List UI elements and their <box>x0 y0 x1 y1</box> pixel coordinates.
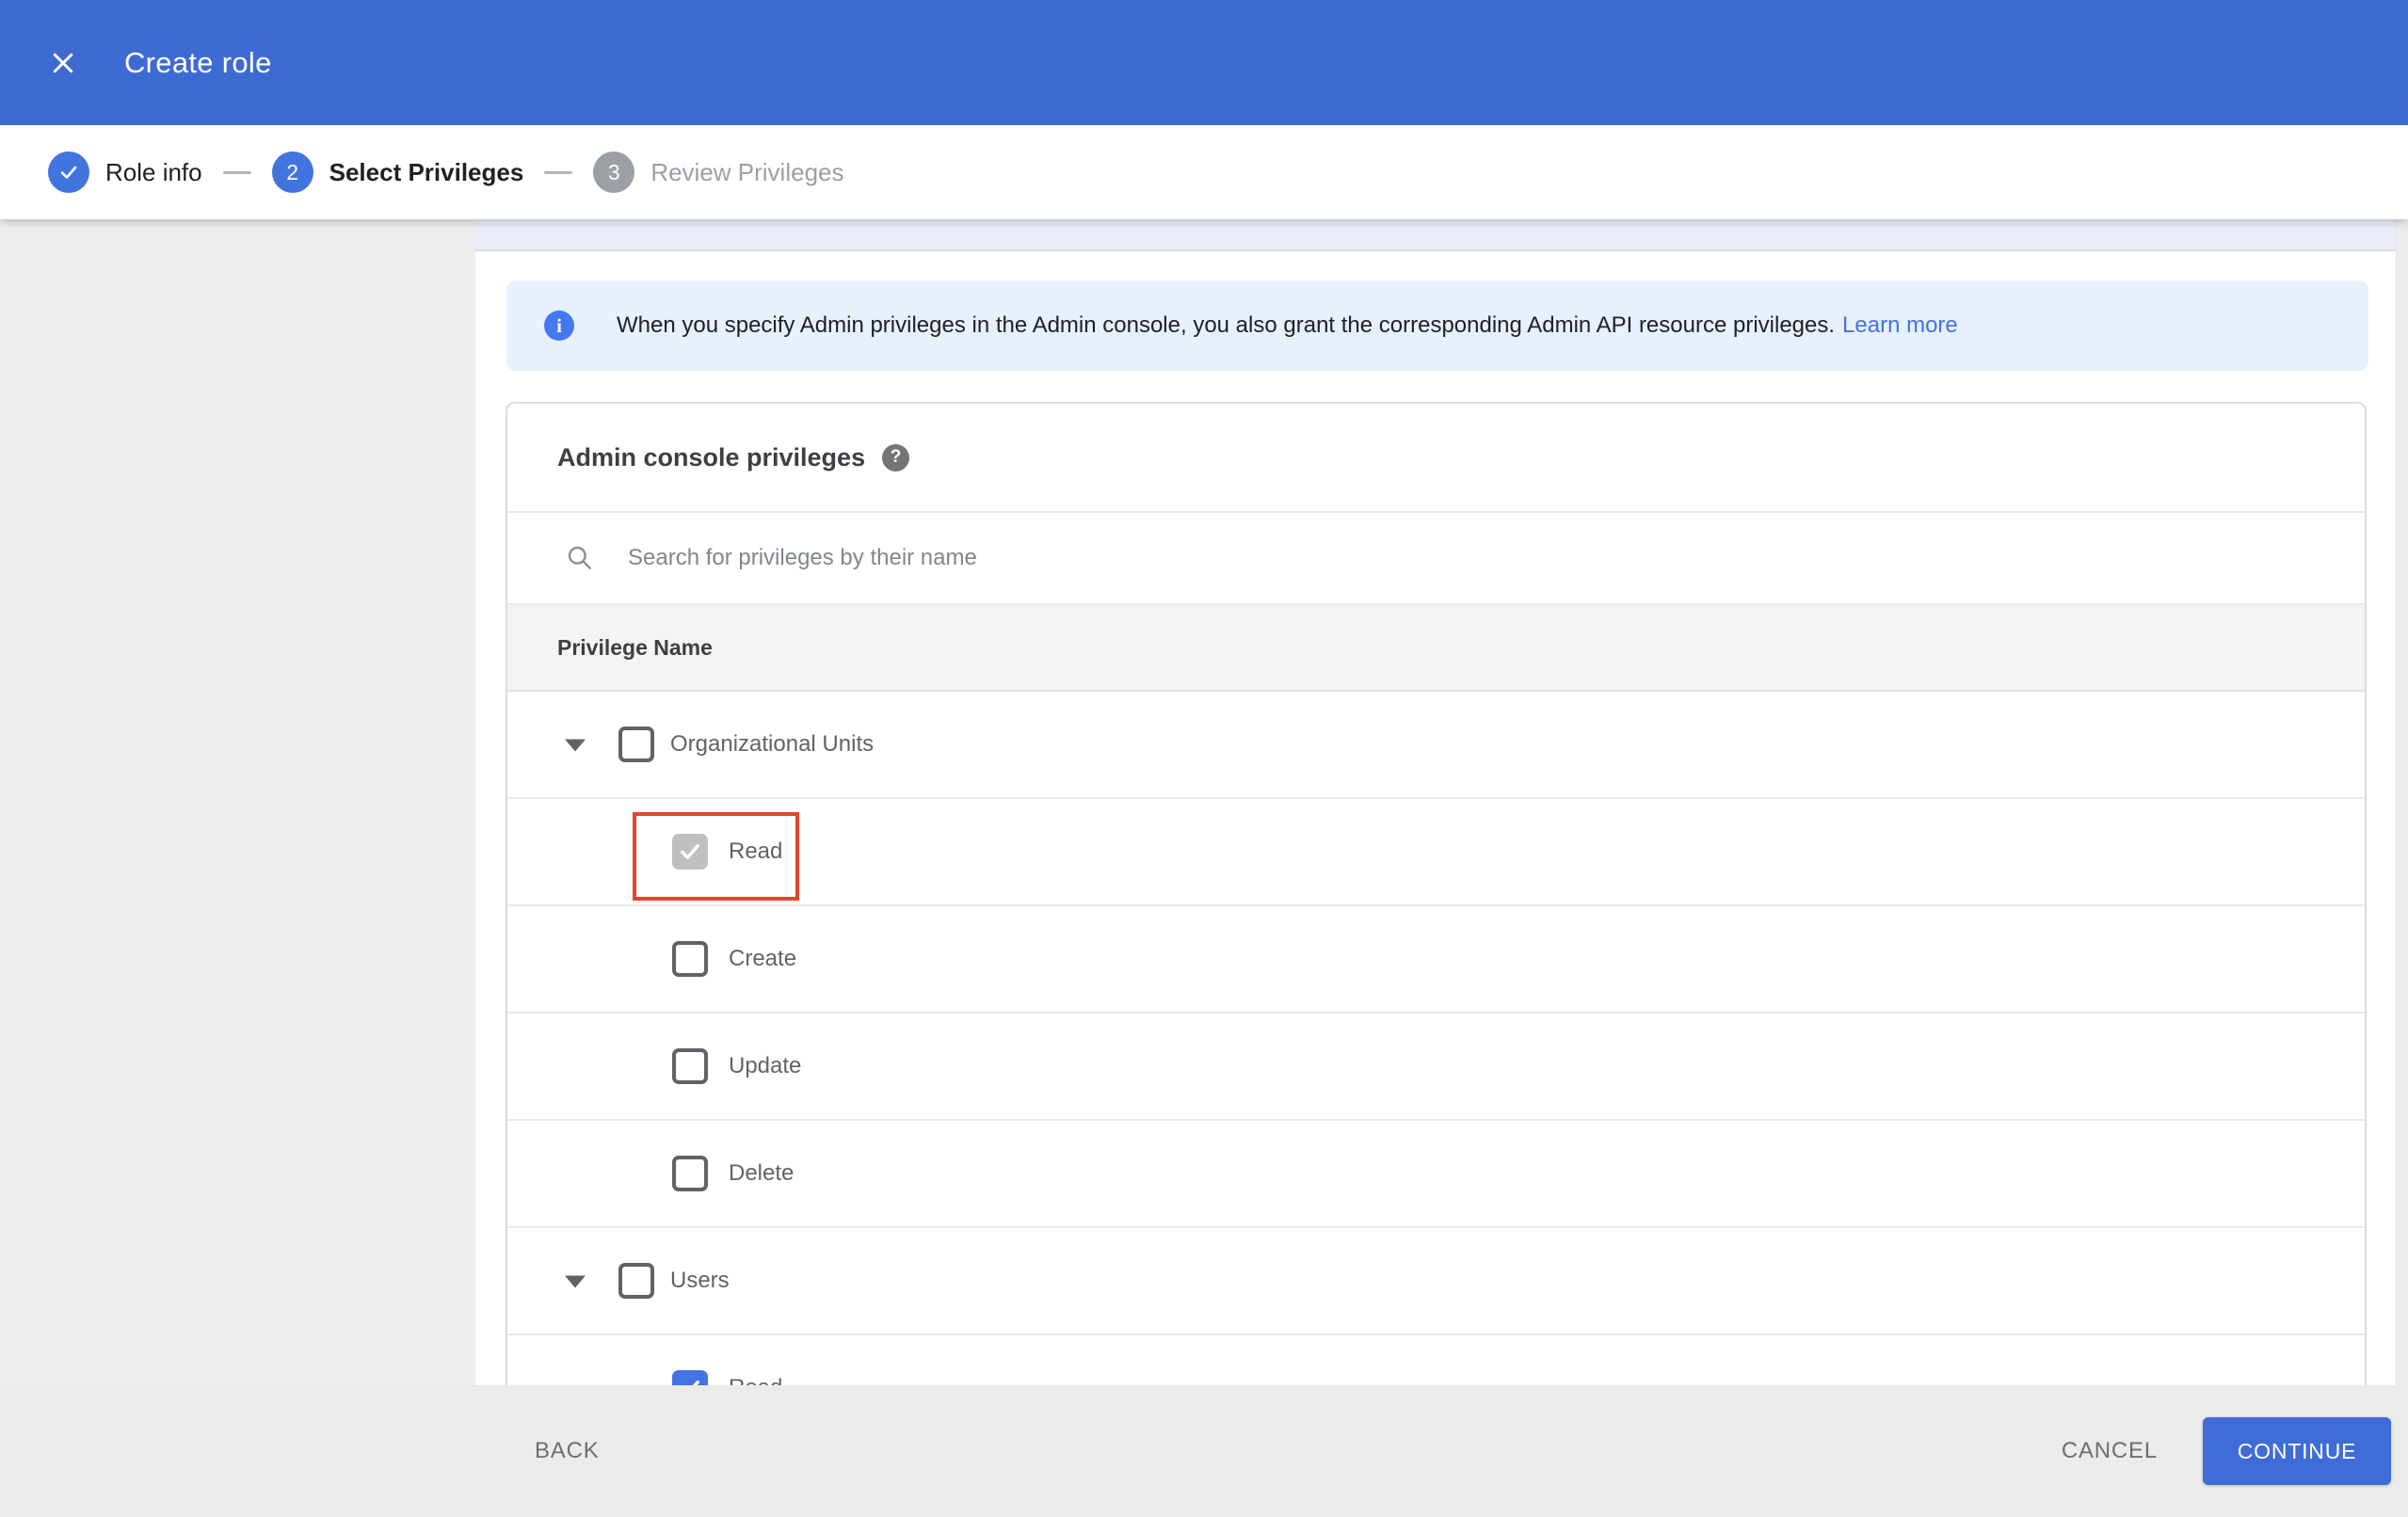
privilege-checkbox[interactable] <box>672 1048 708 1084</box>
appbar: Create role <box>0 0 2408 125</box>
step-label: Review Privileges <box>650 157 844 186</box>
learn-more-link[interactable]: Learn more <box>1842 312 1958 338</box>
continue-button[interactable]: CONTINUE <box>2203 1417 2391 1485</box>
card-title: Admin console privileges <box>557 442 866 471</box>
privilege-search-row <box>507 513 2365 605</box>
privilege-row: Organizational Units <box>507 692 2365 799</box>
privilege-rows: Organizational Units Read Create Update … <box>507 692 2365 1443</box>
privilege-checkbox[interactable] <box>672 1156 708 1191</box>
dialog-title: Create role <box>124 45 272 79</box>
table-header: Privilege Name <box>507 605 2365 692</box>
step-number: 2 <box>271 152 313 193</box>
stepper: Role info 2 Select Privileges 3 Review P… <box>0 125 2408 219</box>
banner-text: When you specify Admin privileges in the… <box>617 312 1958 339</box>
column-header-privilege-name: Privilege Name <box>557 634 713 660</box>
step-label: Select Privileges <box>329 157 524 186</box>
chevron-down-icon[interactable] <box>565 739 586 752</box>
left-panel <box>0 219 475 1517</box>
search-input[interactable] <box>626 544 2042 572</box>
create-role-dialog: Create role Role info 2 Select Privilege… <box>0 0 2408 1517</box>
privilege-label: Update <box>729 1053 802 1078</box>
privilege-row: Delete <box>507 1121 2365 1228</box>
privilege-checkbox[interactable] <box>618 1263 654 1299</box>
privilege-label: Delete <box>729 1160 795 1186</box>
privilege-row: Users <box>507 1228 2365 1335</box>
banner-message: When you specify Admin privileges in the… <box>617 312 1836 338</box>
privilege-label: Users <box>670 1268 730 1293</box>
step-review-privileges[interactable]: 3 Review Privileges <box>593 152 844 193</box>
content-area: i When you specify Admin privileges in t… <box>475 219 2408 1517</box>
step-label: Role info <box>105 157 202 186</box>
privileges-card: Admin console privileges ? Privilege Nam… <box>506 402 2367 1512</box>
privilege-label: Create <box>729 946 797 971</box>
privilege-row: Update <box>507 1014 2365 1121</box>
scrollbar[interactable] <box>2396 219 2408 1385</box>
footer-bar: BACK CANCEL CONTINUE <box>0 1385 2408 1517</box>
step-select-privileges[interactable]: 2 Select Privileges <box>271 152 524 193</box>
privilege-row: Create <box>507 906 2365 1014</box>
info-icon: i <box>544 311 574 341</box>
step-complete-check-icon <box>48 152 89 193</box>
privilege-label: Organizational Units <box>670 731 875 757</box>
chevron-down-icon[interactable] <box>565 1275 586 1288</box>
step-number: 3 <box>593 152 635 193</box>
back-button[interactable]: BACK <box>535 1438 600 1464</box>
close-icon[interactable] <box>47 47 79 79</box>
dialog-body: i When you specify Admin privileges in t… <box>0 219 2408 1517</box>
search-icon <box>568 546 591 569</box>
step-connector <box>222 170 251 174</box>
help-icon[interactable]: ? <box>882 443 910 471</box>
step-role-info[interactable]: Role info <box>48 152 202 193</box>
scrolled-content-edge <box>475 219 2408 251</box>
step-connector <box>544 170 573 174</box>
privilege-row: Read <box>507 799 2365 906</box>
card-header: Admin console privileges ? <box>507 404 2365 513</box>
privilege-checkbox[interactable] <box>672 941 708 977</box>
info-banner: i When you specify Admin privileges in t… <box>506 280 2368 371</box>
highlight-annotation <box>633 812 799 901</box>
cancel-button[interactable]: CANCEL <box>2062 1438 2158 1464</box>
privilege-checkbox[interactable] <box>618 727 654 762</box>
